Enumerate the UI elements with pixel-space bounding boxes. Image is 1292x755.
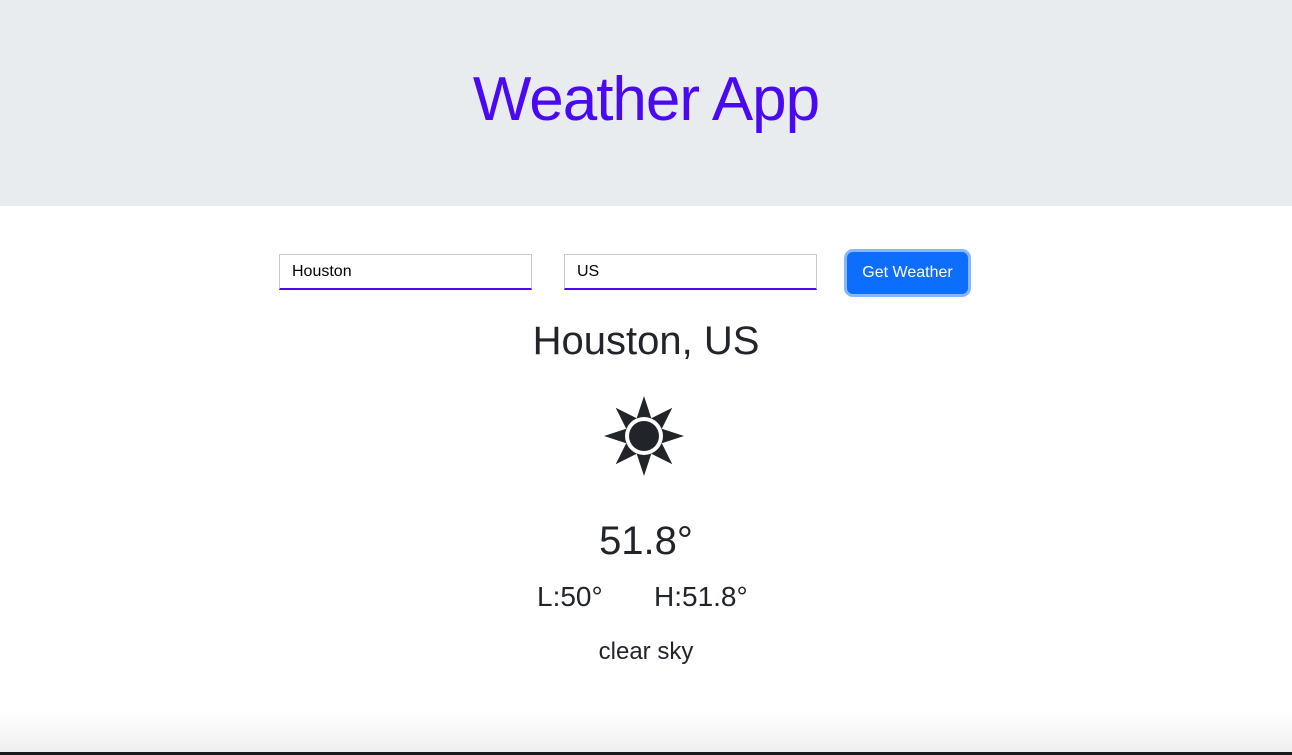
- sun-icon: [603, 395, 685, 477]
- app-title: Weather App: [472, 65, 820, 134]
- high-temperature: H:51.8°: [654, 581, 748, 612]
- location-heading: Houston, US: [532, 319, 760, 363]
- low-temperature: L:50°: [537, 581, 603, 612]
- country-input[interactable]: [564, 254, 817, 290]
- get-weather-button[interactable]: Get Weather: [847, 252, 968, 294]
- city-input[interactable]: [279, 254, 532, 290]
- current-temperature: 51.8°: [599, 519, 693, 563]
- bottom-fade: [0, 712, 1292, 755]
- header-banner: Weather App: [0, 0, 1292, 206]
- weather-description: clear sky: [598, 638, 694, 665]
